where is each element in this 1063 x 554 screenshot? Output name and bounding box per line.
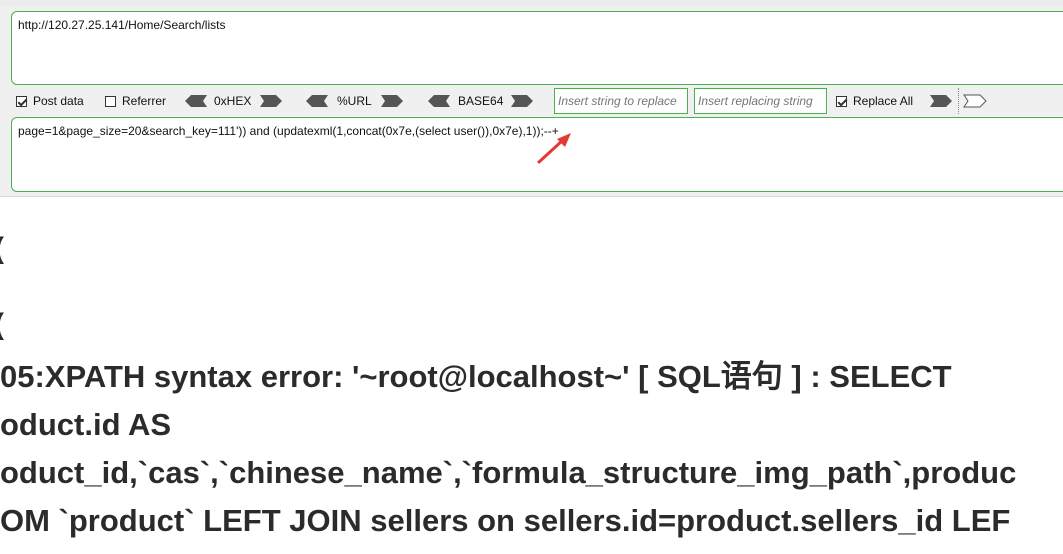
hackbar-toolbar: Post data Referrer 0xHEX %URL BASE64 Ins… xyxy=(0,86,1063,116)
post-data-checkbox[interactable] xyxy=(16,95,27,107)
hackbar-panel: http://120.27.25.141/Home/Search/lists P… xyxy=(0,0,1063,197)
output-fragment-2: ( xyxy=(0,308,4,342)
post-data-text: page=1&page_size=20&search_key=111')) an… xyxy=(18,124,559,138)
base64-decode-arrow-icon[interactable] xyxy=(426,94,452,108)
replace-all-label: Replace All xyxy=(853,94,914,108)
referrer-checkbox[interactable] xyxy=(105,95,116,107)
post-data-label: Post data xyxy=(33,94,84,108)
replace-string-input[interactable] xyxy=(694,88,827,114)
base64-encode-arrow-icon[interactable] xyxy=(509,94,535,108)
hex-decode-arrow-icon[interactable] xyxy=(183,94,209,108)
url-encode-arrow-icon[interactable] xyxy=(379,94,405,108)
error-line-4: OM `product` LEFT JOIN sellers on seller… xyxy=(0,503,1011,538)
hex-label: 0xHEX xyxy=(214,94,252,108)
referrer-label: Referrer xyxy=(122,94,167,108)
base64-label: BASE64 xyxy=(458,94,504,108)
replace-next-arrow-icon[interactable] xyxy=(962,94,988,108)
error-line-2: oduct.id AS xyxy=(0,407,172,442)
annotation-arrow-icon xyxy=(537,133,571,164)
error-line-3: oduct_id,`cas`,`chinese_name`,`formula_s… xyxy=(0,455,1017,490)
hex-encode-arrow-icon[interactable] xyxy=(258,94,284,108)
referrer-toggle[interactable]: Referrer xyxy=(105,86,166,116)
url-text: http://120.27.25.141/Home/Search/lists xyxy=(18,18,226,32)
replace-forward-arrow-icon[interactable] xyxy=(928,94,954,108)
toolbar-separator xyxy=(958,88,959,114)
post-data-toggle[interactable]: Post data xyxy=(16,86,84,116)
url-label: %URL xyxy=(337,94,372,108)
menu-strip xyxy=(0,0,1063,7)
url-decode-arrow-icon[interactable] xyxy=(304,94,330,108)
replace-all-checkbox[interactable] xyxy=(836,95,847,107)
replace-all-toggle[interactable]: Replace All xyxy=(836,86,913,116)
url-textarea[interactable]: http://120.27.25.141/Home/Search/lists xyxy=(11,11,1063,85)
output-fragment-1: ( xyxy=(0,232,4,266)
error-line-1: 05:XPATH syntax error: '~root@localhost~… xyxy=(0,359,952,394)
find-string-input[interactable] xyxy=(554,88,688,114)
